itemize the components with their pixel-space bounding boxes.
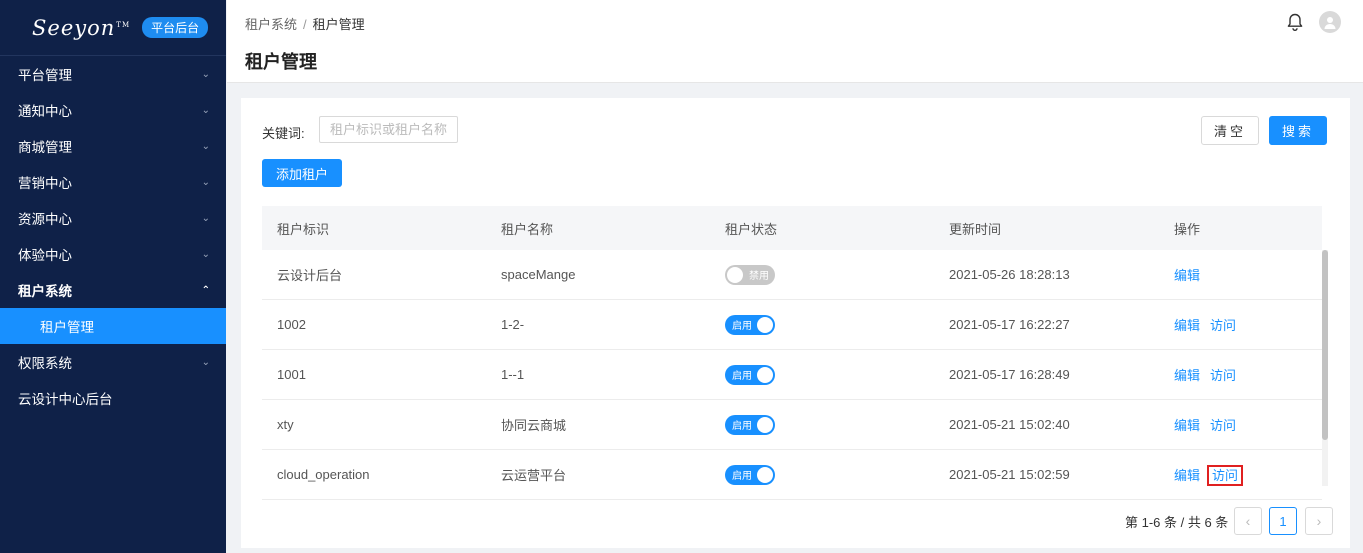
tenant-name: 云运营平台 bbox=[501, 468, 567, 483]
tenant-table: 租户标识 租户名称 租户状态 更新时间 操作 云设计后台 spaceMange … bbox=[262, 206, 1322, 500]
tenant-name: 1--1 bbox=[501, 367, 525, 382]
column-header-updated-time: 更新时间 bbox=[949, 221, 1002, 237]
status-toggle[interactable]: 启用 bbox=[725, 464, 775, 485]
table-row: 云设计后台 spaceMange 禁用 2021-05-26 18:28:13 … bbox=[262, 250, 1322, 300]
toggle-knob bbox=[757, 466, 773, 483]
tenant-id: 1001 bbox=[277, 367, 306, 382]
toggle-knob bbox=[757, 366, 773, 383]
sidebar: SeeyonTM 平台后台 平台管理 ⌄ 通知中心 ⌄ 商城管理 ⌄ 营销中心 … bbox=[0, 0, 226, 553]
page-title: 租户管理 bbox=[245, 52, 317, 72]
table-row: 1001 1--1 启用 2021-05-17 16:28:49 编辑 访问 bbox=[262, 350, 1322, 400]
status-toggle-label: 启用 bbox=[732, 371, 752, 382]
breadcrumb-tenant-management: 租户管理 bbox=[312, 17, 365, 32]
scrollbar-thumb[interactable] bbox=[1322, 250, 1328, 440]
sidebar-item-marketing-center[interactable]: 营销中心 ⌄ bbox=[0, 164, 226, 200]
visit-link[interactable]: 访问 bbox=[1210, 418, 1236, 433]
prev-page-button[interactable]: ‹ bbox=[1234, 507, 1262, 535]
edit-link[interactable]: 编辑 bbox=[1174, 468, 1200, 483]
table-scrollbar[interactable] bbox=[1322, 250, 1328, 486]
column-header-tenant-id: 租户标识 bbox=[277, 221, 330, 237]
status-toggle[interactable]: 禁用 bbox=[725, 264, 775, 285]
chevron-up-icon: ⌃ bbox=[201, 284, 210, 296]
edit-link[interactable]: 编辑 bbox=[1174, 368, 1200, 383]
edit-link[interactable]: 编辑 bbox=[1174, 318, 1200, 333]
next-page-button[interactable]: › bbox=[1305, 507, 1333, 535]
chevron-down-icon: ⌄ bbox=[201, 248, 210, 260]
page-header: 租户系统 / 租户管理 租户管理 bbox=[227, 0, 1363, 83]
edit-link[interactable]: 编辑 bbox=[1174, 418, 1200, 433]
table-row: cloud_operation 云运营平台 启用 2021-05-21 15:0… bbox=[262, 450, 1322, 500]
updated-time: 2021-05-21 15:02:59 bbox=[949, 467, 1070, 482]
tenant-name: 协同云商城 bbox=[501, 418, 567, 433]
tenant-name: 1-2- bbox=[501, 317, 525, 332]
edit-link[interactable]: 编辑 bbox=[1174, 268, 1200, 283]
status-toggle[interactable]: 启用 bbox=[725, 414, 775, 435]
status-toggle[interactable]: 启用 bbox=[725, 314, 775, 335]
bell-icon[interactable] bbox=[1285, 12, 1305, 32]
toggle-knob bbox=[757, 316, 773, 333]
status-toggle-label: 启用 bbox=[732, 421, 752, 432]
tenant-id: xty bbox=[277, 417, 294, 432]
seeyon-logo: SeeyonTM bbox=[32, 15, 131, 40]
keyword-label: 关键词: bbox=[262, 126, 305, 141]
content-card: 关键词: 清空 搜索 添加租户 租户标识 租户名称 租户状态 更新时间 操作 云… bbox=[241, 98, 1350, 548]
clear-button[interactable]: 清空 bbox=[1201, 116, 1259, 145]
sidebar-item-platform-management[interactable]: 平台管理 ⌄ bbox=[0, 56, 226, 92]
toggle-knob bbox=[757, 416, 773, 433]
page-1-button[interactable]: 1 bbox=[1269, 507, 1297, 535]
search-button[interactable]: 搜索 bbox=[1269, 116, 1327, 145]
chevron-down-icon: ⌄ bbox=[201, 68, 210, 80]
chevron-down-icon: ⌄ bbox=[201, 212, 210, 224]
status-toggle-label: 禁用 bbox=[749, 271, 769, 282]
breadcrumb: 租户系统 / 租户管理 bbox=[245, 14, 365, 33]
chevron-down-icon: ⌄ bbox=[201, 104, 210, 116]
status-toggle-label: 启用 bbox=[732, 471, 752, 482]
sidebar-item-mall-management[interactable]: 商城管理 ⌄ bbox=[0, 128, 226, 164]
toggle-knob bbox=[727, 266, 743, 283]
platform-badge: 平台后台 bbox=[142, 17, 209, 38]
sidebar-item-permission-system[interactable]: 权限系统 ⌄ bbox=[0, 344, 226, 380]
add-tenant-button[interactable]: 添加租户 bbox=[262, 159, 342, 187]
updated-time: 2021-05-17 16:22:27 bbox=[949, 317, 1070, 332]
tenant-id: cloud_operation bbox=[277, 467, 370, 482]
visit-link-highlighted[interactable]: 访问 bbox=[1207, 465, 1244, 486]
table-header-row: 租户标识 租户名称 租户状态 更新时间 操作 bbox=[262, 206, 1322, 250]
column-header-actions: 操作 bbox=[1174, 221, 1201, 237]
updated-time: 2021-05-21 15:02:40 bbox=[949, 417, 1070, 432]
status-toggle-label: 启用 bbox=[732, 321, 752, 332]
visit-link[interactable]: 访问 bbox=[1210, 368, 1236, 383]
keyword-search-input[interactable] bbox=[319, 116, 458, 143]
sidebar-item-cloud-design-admin[interactable]: 云设计中心后台 bbox=[0, 380, 226, 416]
sidebar-item-resource-center[interactable]: 资源中心 ⌄ bbox=[0, 200, 226, 236]
table-row: 1002 1-2- 启用 2021-05-17 16:22:27 编辑 访问 bbox=[262, 300, 1322, 350]
tenant-name: spaceMange bbox=[501, 267, 576, 282]
column-header-tenant-status: 租户状态 bbox=[725, 221, 778, 237]
breadcrumb-tenant-system[interactable]: 租户系统 bbox=[245, 17, 297, 32]
sidebar-item-notification-center[interactable]: 通知中心 ⌄ bbox=[0, 92, 226, 128]
avatar[interactable] bbox=[1319, 11, 1341, 33]
column-header-tenant-name: 租户名称 bbox=[501, 221, 554, 237]
pagination-summary: 第 1-6 条 / 共 6 条 bbox=[1125, 515, 1229, 530]
sidebar-subitem-tenant-management[interactable]: 租户管理 bbox=[0, 308, 226, 344]
sidebar-item-tenant-system[interactable]: 租户系统 ⌃ bbox=[0, 272, 226, 308]
updated-time: 2021-05-17 16:28:49 bbox=[949, 367, 1070, 382]
sidebar-item-experience-center[interactable]: 体验中心 ⌄ bbox=[0, 236, 226, 272]
status-toggle[interactable]: 启用 bbox=[725, 364, 775, 385]
chevron-down-icon: ⌄ bbox=[201, 176, 210, 188]
tenant-id: 1002 bbox=[277, 317, 306, 332]
chevron-down-icon: ⌄ bbox=[201, 140, 210, 152]
chevron-down-icon: ⌄ bbox=[201, 356, 210, 368]
brand: SeeyonTM 平台后台 bbox=[0, 0, 226, 56]
breadcrumb-separator: / bbox=[303, 17, 307, 32]
tenant-id: 云设计后台 bbox=[277, 268, 343, 283]
visit-link[interactable]: 访问 bbox=[1210, 318, 1236, 333]
updated-time: 2021-05-26 18:28:13 bbox=[949, 267, 1070, 282]
table-row: xty 协同云商城 启用 2021-05-21 15:02:40 编辑 访问 bbox=[262, 400, 1322, 450]
